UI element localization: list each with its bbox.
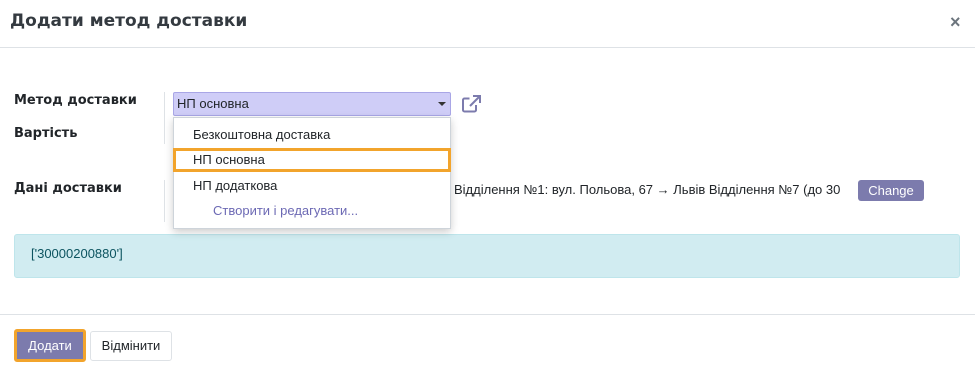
change-button[interactable]: Change [858,180,924,201]
info-alert: ['30000200880'] [14,234,960,278]
footer-divider [0,314,975,315]
dialog-title: Додати метод доставки [10,11,248,31]
cost-label: Вартість [14,126,78,141]
cancel-button[interactable]: Відмінити [90,331,172,361]
dialog-header: Додати метод доставки × [0,0,975,48]
dropdown-option[interactable]: Безкоштовна доставка [174,123,450,147]
delivery-data-text: Відділення №1: вул. Польова, 67 → Львів … [454,182,841,197]
info-text: ['30000200880'] [31,246,123,261]
dropdown-option[interactable]: НП додаткова [174,174,450,198]
close-icon[interactable]: × [950,12,961,32]
delivery-method-dropdown: Безкоштовна доставка НП основна НП додат… [173,117,451,229]
delivery-method-select[interactable]: НП основна [173,92,451,116]
delivery-data-label: Дані доставки [14,181,122,196]
delivery-method-label: Метод доставки [14,93,137,108]
field-divider [164,180,165,222]
create-and-edit-link[interactable]: Створити і редагувати... [174,199,450,223]
dropdown-option-selected[interactable]: НП основна [173,148,451,172]
field-divider [164,92,165,144]
delivery-method-value: НП основна [177,96,249,111]
add-button[interactable]: Додати [14,329,86,362]
caret-down-icon [438,102,446,106]
external-link-icon[interactable] [461,94,483,114]
